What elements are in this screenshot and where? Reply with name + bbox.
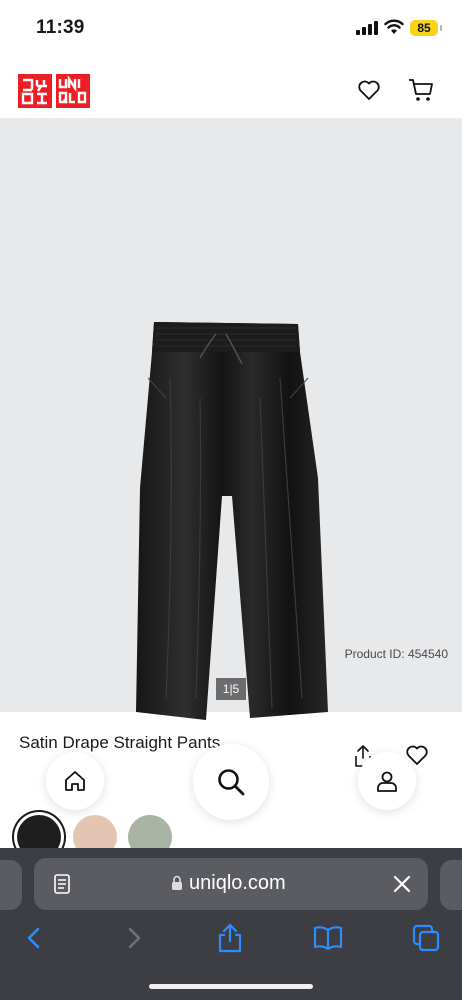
account-icon bbox=[377, 771, 397, 792]
account-button[interactable] bbox=[358, 752, 416, 810]
close-icon[interactable] bbox=[392, 874, 412, 894]
search-icon bbox=[218, 769, 245, 796]
address-bar[interactable]: uniqlo.com bbox=[34, 858, 428, 910]
status-time: 11:39 bbox=[36, 17, 85, 38]
next-tab-preview[interactable] bbox=[440, 860, 462, 910]
previous-tab-preview[interactable] bbox=[0, 860, 22, 910]
share-page-button[interactable] bbox=[214, 922, 246, 954]
url-text: uniqlo.com bbox=[189, 872, 286, 894]
logo-latin-box bbox=[56, 74, 90, 108]
back-button[interactable] bbox=[18, 922, 50, 954]
forward-icon bbox=[128, 927, 141, 949]
heart-icon[interactable] bbox=[357, 78, 381, 102]
back-icon bbox=[27, 927, 40, 949]
product-id: Product ID: 454540 bbox=[344, 647, 448, 661]
status-bar: 11:39 85 bbox=[0, 0, 462, 58]
home-indicator bbox=[149, 984, 313, 989]
share-icon bbox=[218, 923, 242, 953]
product-title: Satin Drape Straight Pants bbox=[19, 733, 221, 752]
uniqlo-logo[interactable] bbox=[18, 74, 90, 108]
bookmarks-icon bbox=[313, 926, 343, 951]
home-icon bbox=[65, 771, 85, 791]
lock-icon bbox=[172, 875, 182, 890]
product-image bbox=[136, 322, 328, 720]
reader-icon[interactable] bbox=[52, 873, 74, 895]
product-image-gallery[interactable]: Product ID: 454540 1|5 bbox=[0, 118, 462, 720]
signal-icon bbox=[356, 21, 378, 35]
battery-indicator: 85 bbox=[410, 20, 442, 36]
forward-button[interactable] bbox=[118, 922, 150, 954]
home-button[interactable] bbox=[46, 752, 104, 810]
bookmarks-button[interactable] bbox=[312, 922, 344, 954]
tabs-icon bbox=[412, 924, 440, 952]
browser-toolbar: uniqlo.com bbox=[0, 848, 462, 1000]
cart-icon[interactable] bbox=[408, 78, 434, 102]
image-counter: 1|5 bbox=[216, 678, 246, 700]
logo-katakana-box bbox=[18, 74, 52, 108]
site-header bbox=[0, 58, 462, 118]
wifi-icon bbox=[384, 19, 404, 34]
search-button[interactable] bbox=[193, 744, 269, 820]
tabs-button[interactable] bbox=[410, 922, 442, 954]
